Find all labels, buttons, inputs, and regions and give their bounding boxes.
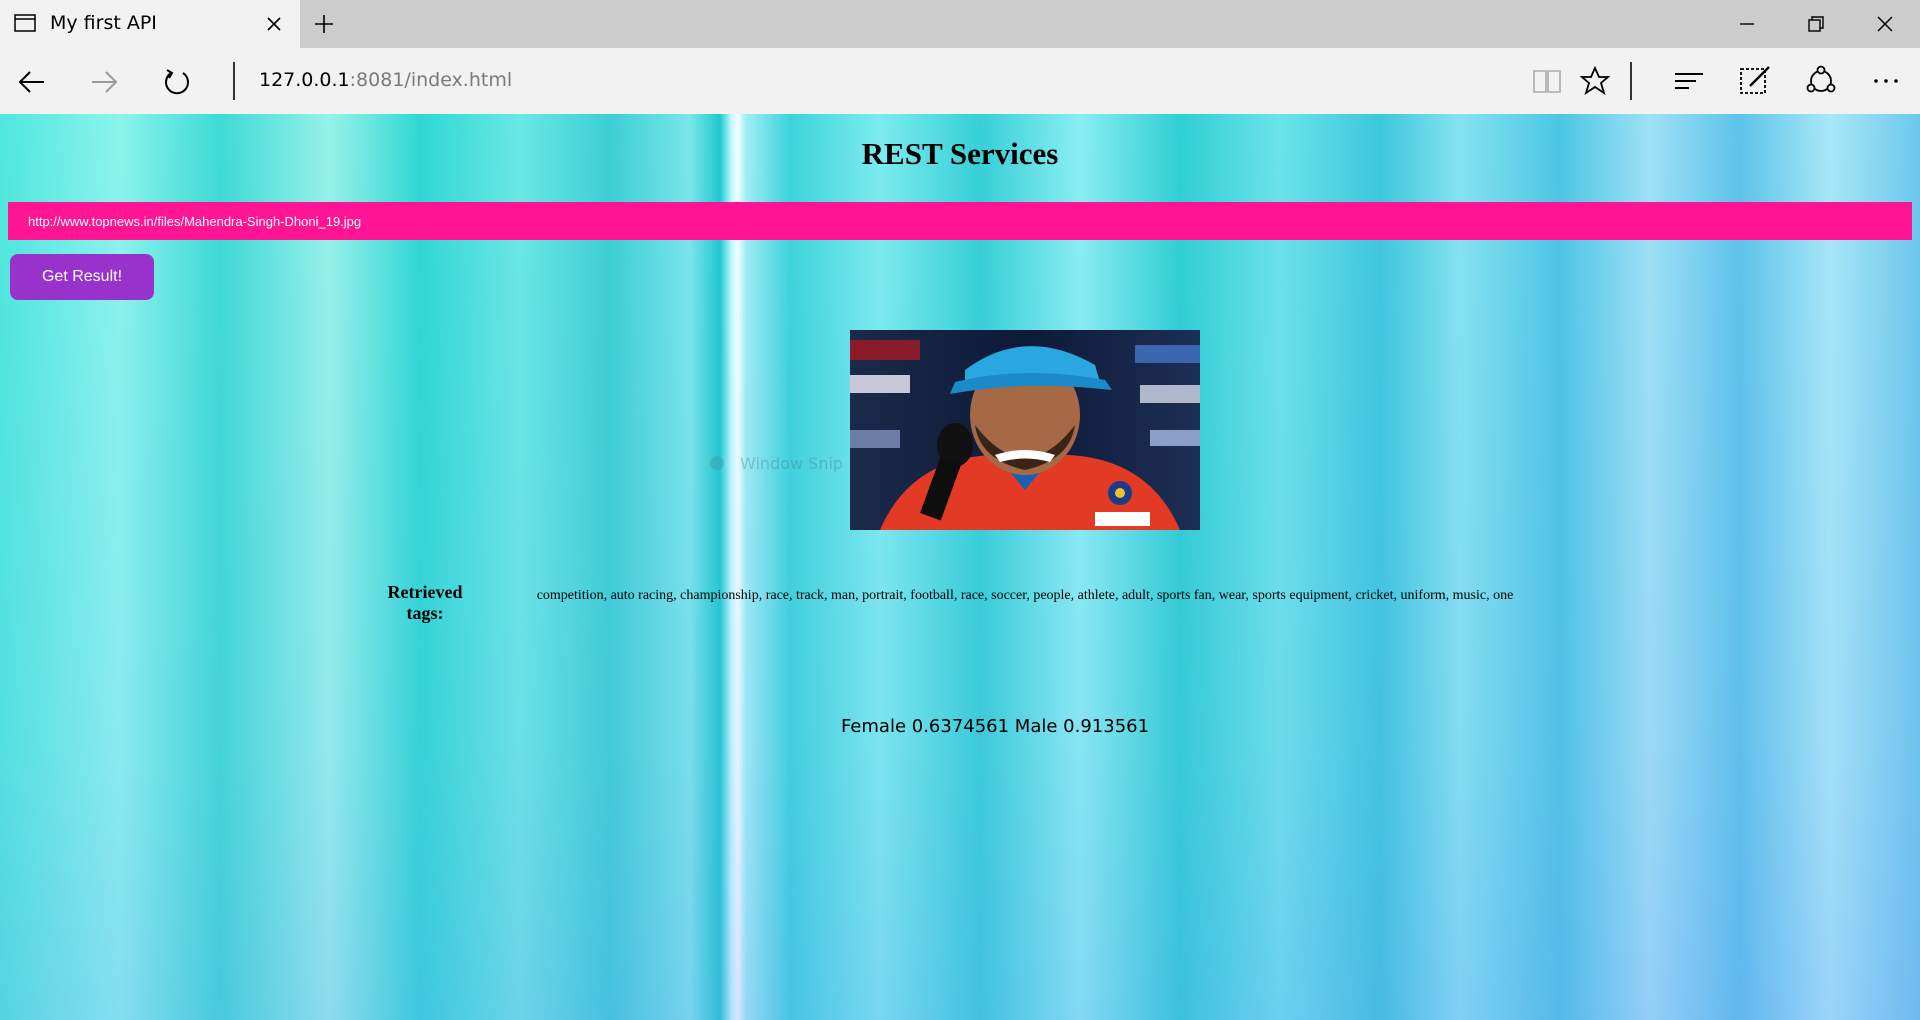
more-dots-icon[interactable] bbox=[1869, 64, 1903, 98]
snip-overlay-icon bbox=[710, 456, 724, 470]
tags-value: competition, auto racing, championship, … bbox=[536, 588, 1514, 603]
share-icon[interactable] bbox=[1804, 64, 1838, 98]
star-icon[interactable] bbox=[1578, 64, 1612, 98]
restore-icon[interactable] bbox=[1804, 12, 1828, 36]
address-separator bbox=[233, 62, 235, 100]
tab-page-icon bbox=[14, 14, 36, 32]
get-result-button[interactable]: Get Result! bbox=[10, 254, 154, 300]
tab-my-first-api[interactable]: My first API bbox=[0, 0, 300, 48]
back-arrow-icon[interactable] bbox=[16, 66, 48, 98]
tab-strip: My first API bbox=[0, 0, 1920, 48]
image-url-input[interactable] bbox=[8, 202, 1912, 240]
address-field[interactable]: 127.0.0.1:8081/index.html bbox=[259, 69, 512, 91]
book-icon[interactable] bbox=[1530, 64, 1564, 98]
toolbar-separator bbox=[1630, 62, 1632, 100]
address-bar-row: 127.0.0.1:8081/index.html bbox=[0, 48, 1920, 114]
gender-result: Female 0.6374561 Male 0.913561 bbox=[840, 716, 1150, 737]
snip-overlay-text: Window Snip bbox=[740, 454, 844, 473]
minimize-icon[interactable] bbox=[1735, 12, 1759, 36]
tags-label: Retrieved tags: bbox=[387, 582, 463, 623]
browser-window: My first API 127.0.0.1:8081/index.html R… bbox=[0, 0, 1920, 1020]
plus-icon[interactable] bbox=[312, 12, 336, 36]
tab-title: My first API bbox=[50, 12, 157, 34]
page-content: REST Services Get Result! Window Snip bbox=[0, 114, 1920, 1020]
close-icon[interactable] bbox=[264, 14, 284, 34]
window-close-icon[interactable] bbox=[1873, 12, 1897, 36]
pen-note-icon[interactable] bbox=[1738, 64, 1772, 98]
hub-lines-icon[interactable] bbox=[1672, 64, 1706, 98]
forward-arrow-icon[interactable] bbox=[88, 66, 120, 98]
page-title: REST Services bbox=[861, 136, 1059, 171]
refresh-icon[interactable] bbox=[161, 66, 193, 98]
url-host: 127.0.0.1 bbox=[259, 69, 350, 91]
url-path: :8081/index.html bbox=[349, 69, 513, 91]
result-photo bbox=[850, 330, 1200, 530]
